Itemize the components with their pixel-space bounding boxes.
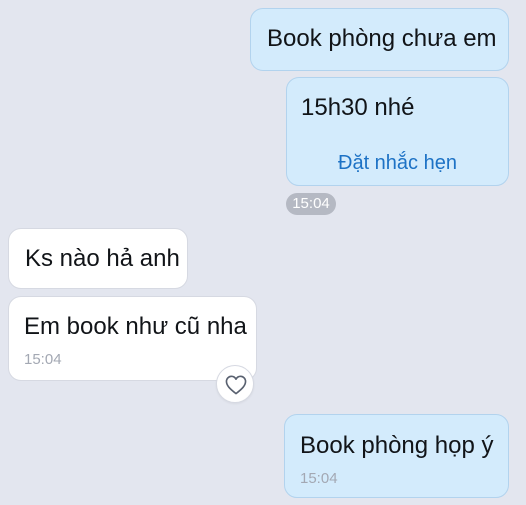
- message-bubble-received[interactable]: Ks nào hả anh: [8, 228, 188, 289]
- message-text: Book phòng họp ý: [300, 432, 494, 459]
- message-text: Ks nào hả anh: [25, 245, 180, 272]
- react-heart-button[interactable]: [216, 365, 254, 403]
- message-text: 15h30 nhé: [301, 94, 415, 121]
- timestamp-chip: 15:04: [286, 193, 336, 215]
- message-time: 15:04: [300, 470, 338, 487]
- message-bubble-sent[interactable]: 15h30 nhé Đặt nhắc hẹn: [286, 77, 509, 186]
- heart-icon: [225, 375, 247, 395]
- message-text: Book phòng chưa em: [267, 25, 497, 52]
- message-bubble-sent[interactable]: Book phòng họp ý 15:04: [284, 414, 509, 498]
- message-bubble-sent[interactable]: Book phòng chưa em: [250, 8, 509, 71]
- message-text: Em book như cũ nha: [24, 313, 247, 340]
- set-reminder-link[interactable]: Đặt nhắc hẹn: [338, 151, 457, 175]
- message-time: 15:04: [24, 351, 62, 368]
- message-bubble-received[interactable]: Em book như cũ nha 15:04: [8, 296, 257, 381]
